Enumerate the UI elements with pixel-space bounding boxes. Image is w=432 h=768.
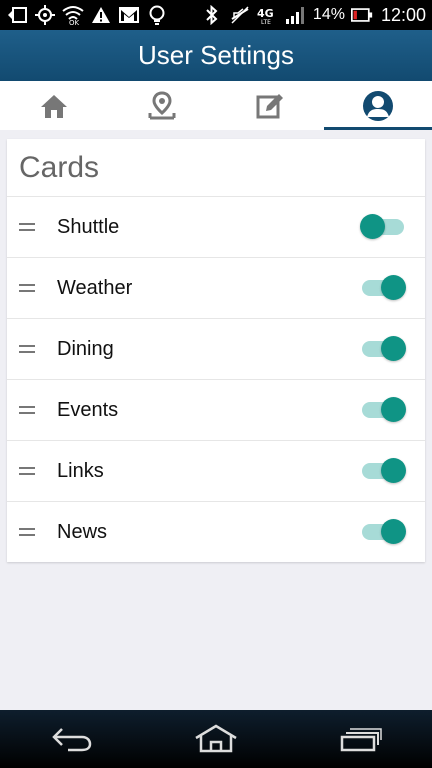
card-label: Events	[57, 398, 119, 421]
clock: 12:00	[380, 4, 426, 25]
cards-title: Cards	[19, 150, 100, 184]
shuttle-toggle[interactable]	[360, 213, 406, 241]
system-nav-bar	[0, 710, 432, 768]
card-label: News	[57, 520, 108, 543]
weather-toggle[interactable]	[360, 274, 406, 302]
card-row-links: Links	[7, 441, 425, 502]
battery-icon	[350, 4, 373, 26]
user-icon	[363, 90, 393, 121]
wifi-ok-icon: OK	[62, 4, 84, 26]
home-icon	[41, 94, 67, 118]
card-row-events: Events	[7, 380, 425, 441]
tab-user[interactable]	[324, 81, 432, 130]
tab-map[interactable]	[108, 81, 216, 130]
back-arrow-icon	[6, 4, 28, 26]
card-row-news: News	[7, 502, 425, 562]
events-toggle[interactable]	[360, 396, 406, 424]
drag-handle-icon[interactable]	[19, 528, 35, 536]
app-bar: User Settings	[0, 30, 432, 81]
card-label: Dining	[57, 337, 114, 360]
tab-bar	[0, 81, 432, 130]
gmail-icon	[118, 4, 140, 26]
card-row-weather: Weather	[7, 258, 425, 319]
home-icon	[195, 724, 237, 753]
tab-edit[interactable]	[216, 81, 324, 130]
bluetooth-icon	[201, 4, 223, 26]
card-row-shuttle: Shuttle	[7, 197, 425, 258]
nav-recent-apps-button[interactable]	[330, 719, 390, 759]
drag-handle-icon[interactable]	[19, 467, 35, 475]
drag-handle-icon[interactable]	[19, 223, 35, 231]
page-title: User Settings	[137, 40, 295, 70]
4g-lte-icon: 4G LTE	[257, 4, 279, 26]
status-bar: OK 4G LTE 14% 12:00	[0, 0, 432, 30]
lightbulb-icon	[146, 4, 168, 26]
svg-text:OK: OK	[69, 19, 80, 25]
signal-icon	[285, 4, 307, 26]
map-pin-icon	[148, 90, 176, 119]
recent-apps-icon	[340, 728, 382, 752]
card-label: Shuttle	[57, 215, 120, 238]
drag-handle-icon[interactable]	[19, 406, 35, 414]
card-label: Weather	[57, 276, 133, 299]
cards-header: Cards	[7, 139, 425, 197]
edit-icon	[256, 93, 283, 118]
dining-toggle[interactable]	[360, 335, 406, 363]
card-row-dining: Dining	[7, 319, 425, 380]
back-icon	[52, 728, 92, 752]
drag-handle-icon[interactable]	[19, 284, 35, 292]
warning-icon	[90, 4, 112, 26]
nav-home-button[interactable]	[186, 719, 246, 759]
nav-back-button[interactable]	[42, 719, 102, 759]
battery-percent: 14%	[312, 6, 345, 23]
tab-home[interactable]	[0, 81, 108, 130]
links-toggle[interactable]	[360, 457, 406, 485]
news-toggle[interactable]	[360, 518, 406, 546]
drag-handle-icon[interactable]	[19, 345, 35, 353]
mute-icon	[229, 4, 251, 26]
card-label: Links	[57, 459, 104, 482]
gps-icon	[34, 4, 56, 26]
cards-panel: Cards Shuttle Weather Dining Events Link…	[7, 139, 425, 562]
svg-text:LTE: LTE	[261, 19, 271, 25]
